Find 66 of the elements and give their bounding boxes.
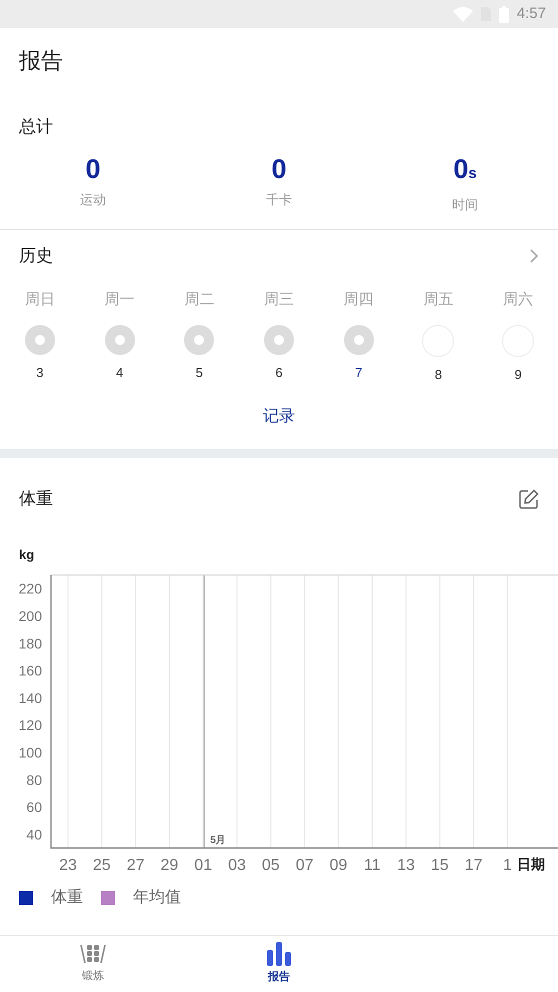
x-axis-label: 1 xyxy=(502,856,512,874)
x-axis-label: 05 xyxy=(262,856,280,874)
legend-label: 年均值 xyxy=(133,888,181,908)
day-ring[interactable] xyxy=(344,325,374,355)
legend-label: 体重 xyxy=(51,888,83,908)
day-number: 3 xyxy=(36,364,44,382)
day-number: 7 xyxy=(355,364,362,382)
stat-label: 时间 xyxy=(452,196,478,214)
day-number: 6 xyxy=(275,364,283,382)
x-axis-label: 15 xyxy=(430,856,449,874)
y-axis-label: 40 xyxy=(26,826,42,842)
y-axis-label: 160 xyxy=(18,662,42,678)
x-axis-label: 11 xyxy=(364,856,380,874)
chevron-right-icon[interactable] xyxy=(529,248,539,264)
stat-value: 0 xyxy=(85,153,101,186)
section-title: 历史 xyxy=(19,244,53,267)
edit-icon[interactable] xyxy=(519,488,539,508)
day-ring[interactable] xyxy=(184,325,214,355)
x-axis-label: 07 xyxy=(296,856,314,874)
x-axis-label: 01 xyxy=(194,856,212,874)
weekday-label: 周六 xyxy=(503,290,534,310)
day-number: 9 xyxy=(514,366,522,384)
section-title: 总计 xyxy=(19,117,53,136)
bar-chart-icon xyxy=(266,942,292,966)
nav-tab[interactable]: 锻炼 xyxy=(0,936,186,992)
clock: 4:57 xyxy=(516,4,546,24)
x-axis-title: 日期 xyxy=(517,856,545,872)
y-axis-label: 60 xyxy=(26,798,42,815)
y-axis-label: 140 xyxy=(18,689,42,706)
month-label: 5月 xyxy=(210,834,226,846)
x-axis-label: 25 xyxy=(92,856,111,874)
x-axis-label: 09 xyxy=(330,856,348,874)
x-axis-label: 17 xyxy=(464,856,482,874)
stat-label: 运动 xyxy=(80,191,106,209)
y-axis-label: 100 xyxy=(18,744,42,760)
y-axis-label: 220 xyxy=(18,580,42,596)
unit-label: kg xyxy=(19,546,34,564)
x-axis-label: 03 xyxy=(228,856,246,874)
x-axis-label: 29 xyxy=(160,856,178,874)
x-axis-label: 27 xyxy=(126,856,144,874)
day-ring[interactable] xyxy=(264,325,294,355)
records-link[interactable]: 记录 xyxy=(263,404,295,428)
day-number: 8 xyxy=(434,366,442,384)
day-number: 5 xyxy=(196,364,203,382)
x-axis-label: 13 xyxy=(397,856,415,874)
day-number: 4 xyxy=(116,364,124,382)
day-ring[interactable] xyxy=(104,325,135,355)
stat-label: 千卡 xyxy=(266,191,292,209)
y-axis-label: 80 xyxy=(26,771,42,788)
y-axis-label: 180 xyxy=(18,634,42,651)
section-title: 体重 xyxy=(19,488,53,510)
x-axis-label: 23 xyxy=(59,856,77,874)
stat-value: 0s xyxy=(453,153,477,186)
day-ring[interactable] xyxy=(24,325,55,355)
page-title: 报告 xyxy=(19,46,63,74)
y-axis-label: 120 xyxy=(18,716,42,733)
nav-tab[interactable]: 报告 xyxy=(186,936,372,992)
weekday-label: 周四 xyxy=(344,290,374,310)
weekday-label: 周五 xyxy=(423,290,454,310)
y-axis-label: 200 xyxy=(18,607,42,624)
weekday-label: 周三 xyxy=(264,290,294,310)
abdominal-muscles-icon xyxy=(79,943,107,966)
stat-value: 0 xyxy=(271,153,287,186)
weekday-label: 周日 xyxy=(24,290,55,310)
weekday-label: 周二 xyxy=(184,290,214,310)
weekday-label: 周一 xyxy=(104,290,135,310)
